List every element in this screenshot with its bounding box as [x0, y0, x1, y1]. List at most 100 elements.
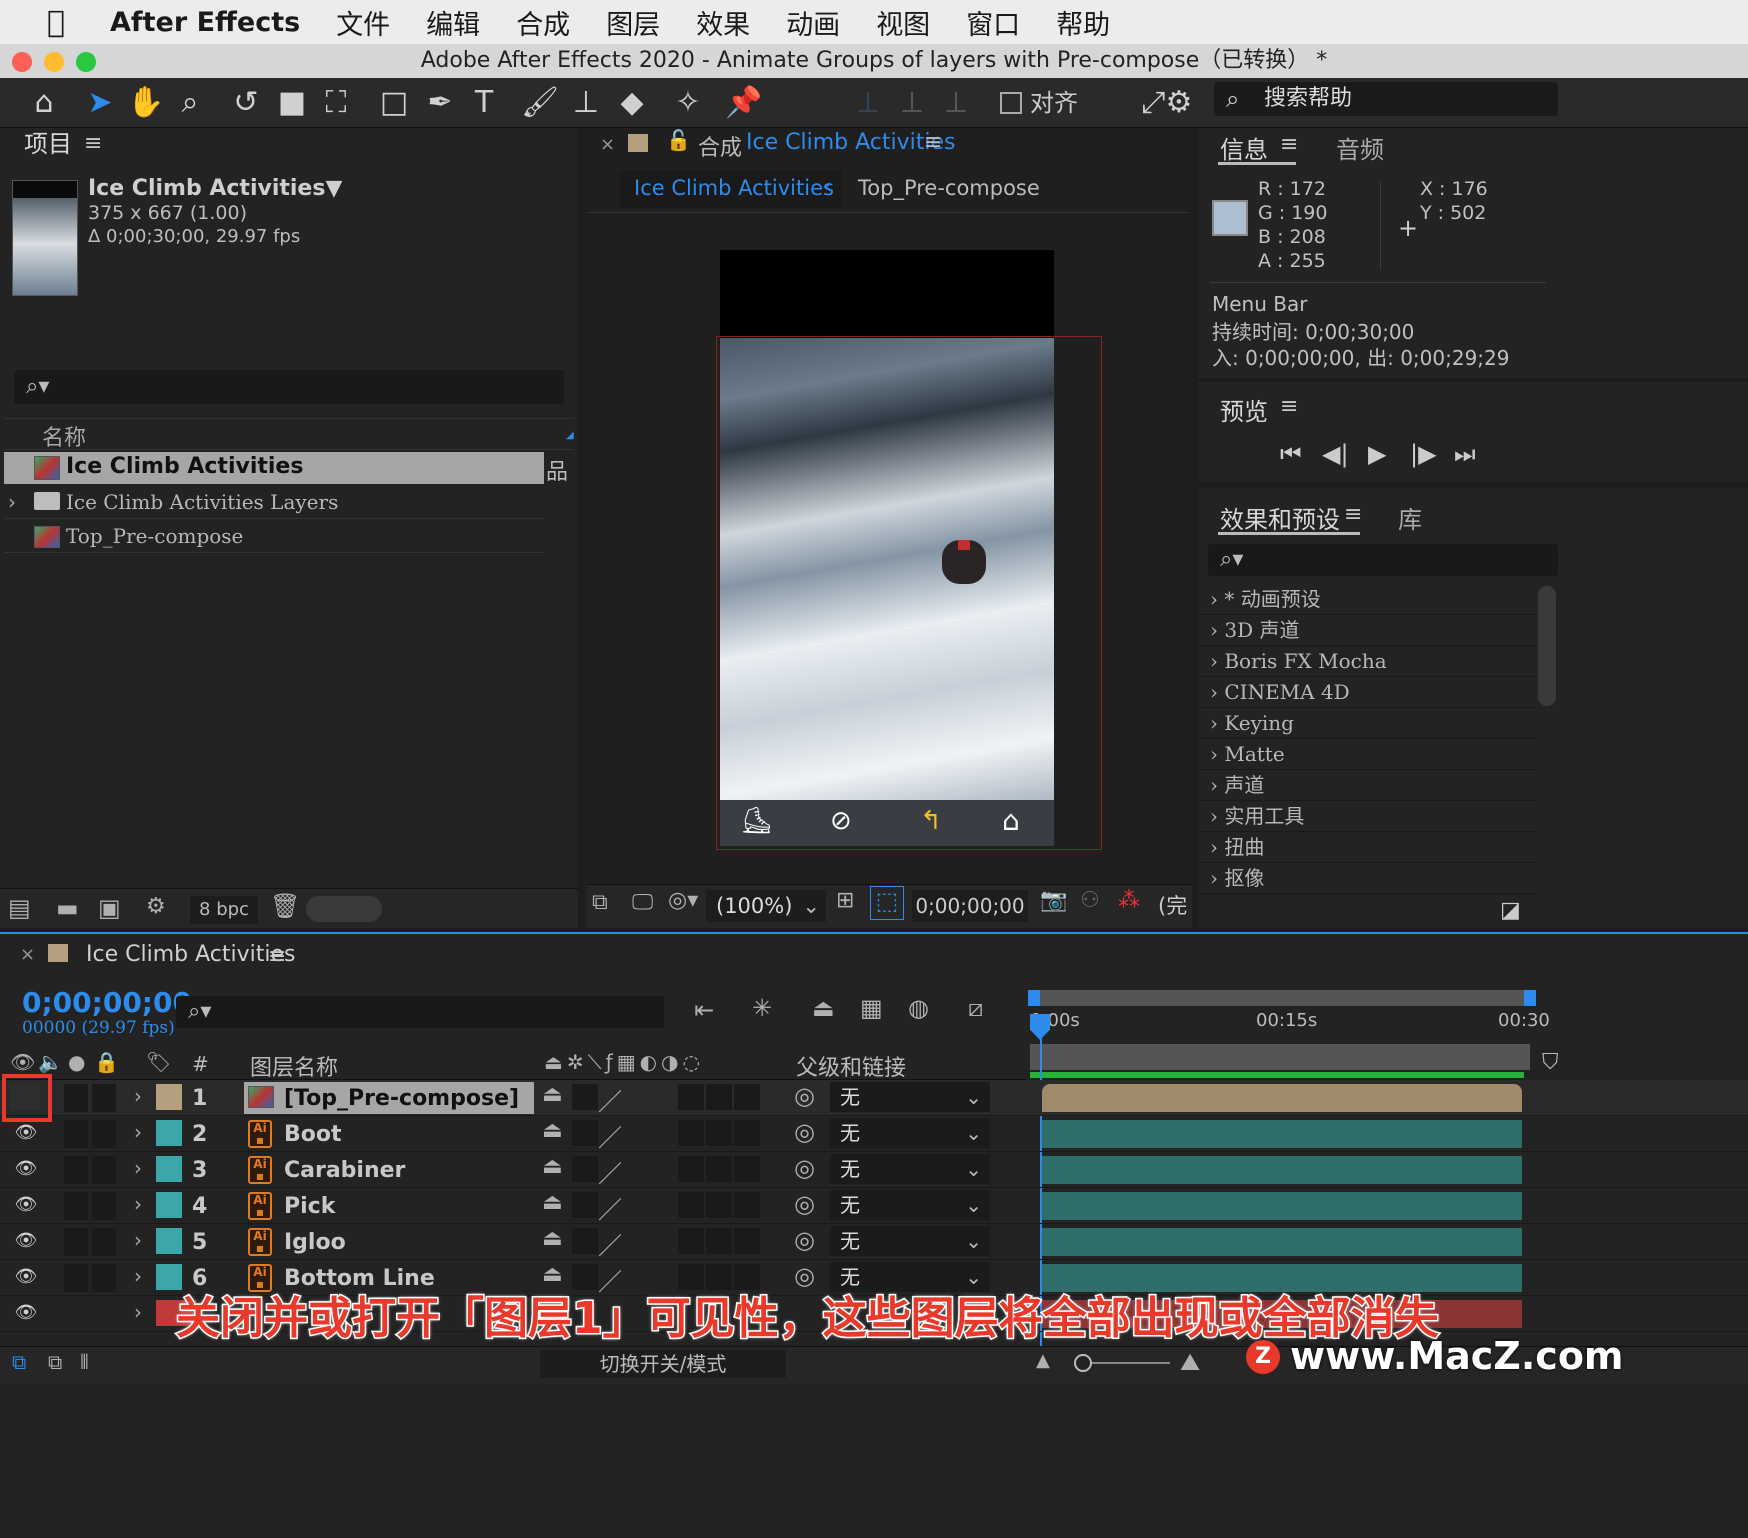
eye-icon[interactable]: 👁	[8, 1226, 44, 1256]
layer-name[interactable]: [Top_Pre-compose]	[284, 1086, 519, 1111]
quality-switch-icon[interactable]: ／	[598, 1082, 622, 1117]
chevron-right-icon[interactable]: ›	[8, 490, 16, 514]
show-snapshot-icon[interactable]: ⚇	[1080, 888, 1100, 913]
adjustment-switch[interactable]	[706, 1192, 732, 1218]
selection-tool-icon[interactable]: ➤	[80, 84, 120, 122]
eye-icon[interactable]: 👁	[8, 1298, 44, 1328]
minimize-window-button[interactable]	[44, 52, 64, 72]
chevron-right-icon[interactable]: ›	[134, 1228, 142, 1252]
mask-visibility-icon[interactable]: ◎▾	[668, 888, 698, 913]
motion-blur-icon[interactable]: ◍	[908, 994, 929, 1022]
roto-brush-tool-icon[interactable]: ✧	[668, 84, 708, 122]
effects-category[interactable]: › Keying	[1200, 708, 1536, 739]
shy-switch-icon[interactable]: ⏏	[542, 1190, 563, 1215]
3d-layer-switch[interactable]	[734, 1120, 760, 1146]
zoom-slider-track[interactable]	[1080, 1362, 1170, 1364]
new-folder-icon[interactable]: ▬	[56, 894, 79, 922]
eye-icon[interactable]: 👁	[10, 1050, 35, 1074]
apple-icon[interactable]: 	[36, 5, 76, 40]
solo-icon[interactable]: ●	[68, 1050, 85, 1074]
first-frame-icon[interactable]: ⏮	[1280, 440, 1302, 468]
collapse-switch[interactable]	[572, 1156, 598, 1182]
project-item-name[interactable]: Ice Climb Activities	[66, 454, 303, 479]
pick-whip-icon[interactable]: ◎	[794, 1082, 815, 1110]
menu-layer[interactable]: 图层	[606, 3, 660, 42]
draft-3d-icon[interactable]: ✳	[752, 994, 772, 1022]
lock-toggle[interactable]	[92, 1084, 116, 1112]
tab-effects[interactable]: 效果和预设	[1220, 500, 1340, 535]
comp-panel-menu-icon[interactable]: ≡	[924, 130, 942, 155]
timeline-timecode[interactable]: 0;00;00;00	[22, 986, 192, 1019]
pick-whip-icon[interactable]: ◎	[794, 1118, 815, 1146]
lock-icon[interactable]: 🔒	[94, 1050, 119, 1074]
timeline-menu-icon[interactable]: ≡	[268, 944, 286, 969]
timeline-tab-name[interactable]: Ice Climb Activities	[86, 942, 295, 967]
menu-effect[interactable]: 效果	[696, 3, 750, 42]
chevron-right-icon[interactable]: ›	[134, 1192, 142, 1216]
effects-category[interactable]: › * 动画预设	[1200, 584, 1536, 615]
adjustment-switch[interactable]	[706, 1120, 732, 1146]
pan-behind-tool-icon[interactable]: ⛶	[316, 84, 356, 122]
resolution-dropdown[interactable]: (完	[1158, 890, 1187, 922]
menu-window[interactable]: 窗口	[966, 3, 1020, 42]
3d-layer-switch[interactable]	[734, 1156, 760, 1182]
layer-duration-bar[interactable]	[1042, 1156, 1522, 1184]
layer-name[interactable]: Igloo	[284, 1230, 346, 1255]
col-parent[interactable]: 父级和链接	[796, 1050, 906, 1082]
3d-layer-switch[interactable]	[734, 1228, 760, 1254]
menu-composition[interactable]: 合成	[516, 3, 570, 42]
adjustment-switch[interactable]	[706, 1156, 732, 1182]
motion-blur-switch[interactable]	[678, 1084, 704, 1110]
3d-layer-switch[interactable]	[734, 1084, 760, 1110]
play-icon[interactable]: ▶	[1368, 440, 1386, 468]
solo-toggle[interactable]	[64, 1084, 88, 1112]
eye-icon[interactable]: 👁	[8, 1118, 44, 1148]
close-tab-icon[interactable]: ×	[20, 944, 35, 965]
zoom-slider-thumb[interactable]	[1074, 1354, 1092, 1372]
snap-checkbox[interactable]	[1000, 92, 1022, 114]
menu-animation[interactable]: 动画	[786, 3, 840, 42]
tab-library[interactable]: 库	[1398, 500, 1422, 535]
label-icon[interactable]: 🏷	[146, 1050, 171, 1074]
project-panel-title[interactable]: 项目	[24, 130, 72, 158]
work-area-bar[interactable]	[1030, 990, 1536, 1006]
parent-dropdown[interactable]: 无 ⌄	[830, 1154, 990, 1184]
timeline-search-input[interactable]: ⌕▾	[176, 996, 664, 1028]
motion-blur-switch[interactable]	[678, 1192, 704, 1218]
motion-blur-switch[interactable]	[678, 1120, 704, 1146]
effects-category[interactable]: › 3D 声道	[1200, 615, 1536, 646]
quality-switch-icon[interactable]: ／	[598, 1190, 622, 1225]
composition-mini-flowchart-icon[interactable]: ⇤	[694, 996, 714, 1024]
snapshot-icon[interactable]: 📷	[1040, 888, 1067, 913]
solo-toggle[interactable]	[64, 1264, 88, 1292]
bpc-button[interactable]: 8 bpc	[190, 896, 258, 924]
chevron-right-icon[interactable]: ›	[134, 1084, 142, 1108]
menu-edit[interactable]: 编辑	[426, 3, 480, 42]
rotate-tool-icon[interactable]: ↺	[226, 84, 266, 122]
parent-dropdown[interactable]: 无 ⌄	[830, 1190, 990, 1220]
chevron-right-icon[interactable]: ›	[134, 1156, 142, 1180]
tab-audio[interactable]: 音频	[1336, 130, 1384, 165]
eye-icon[interactable]: 👁	[8, 1190, 44, 1220]
next-frame-icon[interactable]: |▶	[1410, 440, 1437, 468]
lock-toggle[interactable]	[92, 1192, 116, 1220]
comp-name[interactable]: Ice Climb Activities▼	[88, 176, 342, 201]
work-area-start-handle[interactable]	[1028, 990, 1040, 1006]
parent-dropdown[interactable]: 无 ⌄	[830, 1082, 990, 1112]
zoom-out-icon[interactable]: ▲	[1036, 1350, 1050, 1371]
effects-category[interactable]: › Matte	[1200, 739, 1536, 770]
always-preview-icon[interactable]: ⧉	[592, 890, 608, 915]
brush-tool-icon[interactable]: 🖌	[520, 84, 560, 122]
shy-switch-icon[interactable]: ⏏	[542, 1226, 563, 1251]
lock-toggle[interactable]	[92, 1120, 116, 1148]
lock-toggle[interactable]	[92, 1156, 116, 1184]
quality-switch-icon[interactable]: ／	[598, 1226, 622, 1261]
pick-whip-icon[interactable]: ◎	[794, 1226, 815, 1254]
layer-name[interactable]: Pick	[284, 1194, 335, 1219]
camera-tool-icon[interactable]: ■	[272, 84, 312, 122]
motion-blur-switch[interactable]	[678, 1156, 704, 1182]
eye-icon[interactable]: 👁	[8, 1262, 44, 1292]
layer-switches-icon[interactable]: ⧉	[12, 1350, 26, 1374]
effects-category[interactable]: › 扭曲	[1200, 832, 1536, 863]
in-out-icon[interactable]: ⦀	[80, 1350, 89, 1374]
